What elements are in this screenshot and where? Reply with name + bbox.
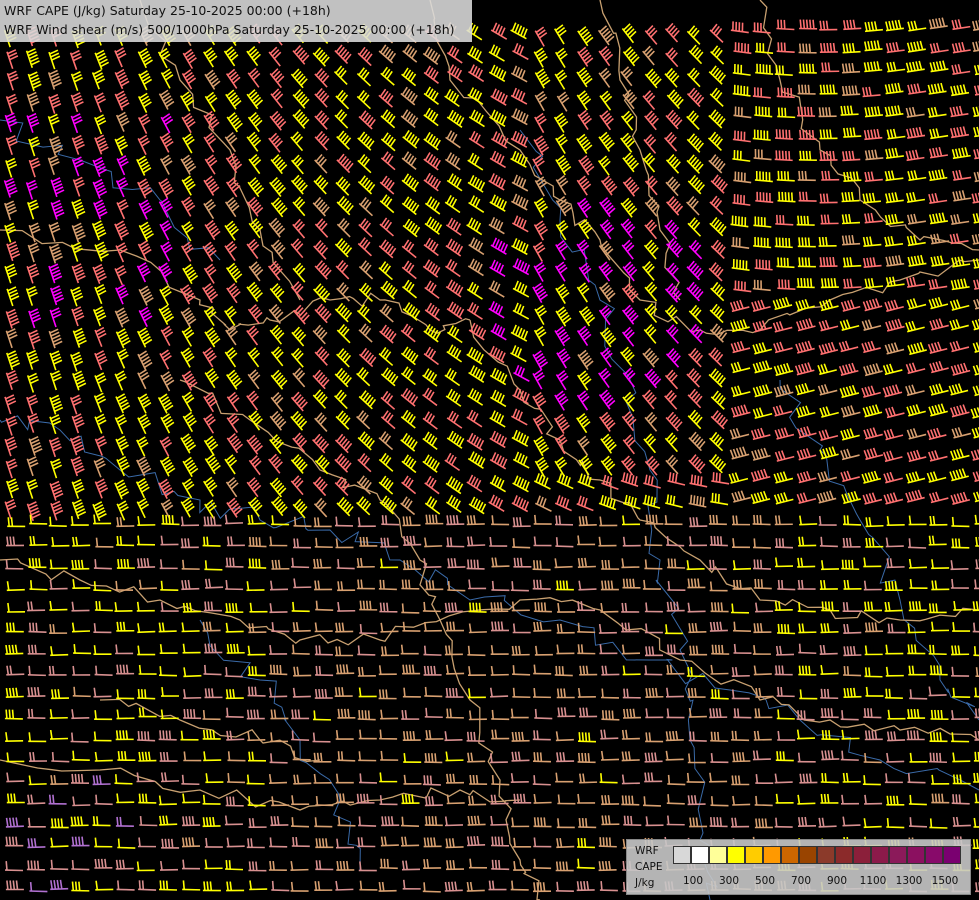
legend-tick-label: 300 (718, 875, 740, 887)
cape-legend: WRF CAPE J/kg 100 300 500 700 900 1100 1300 150… (626, 839, 971, 895)
legend-swatch (943, 846, 961, 864)
legend-swatch (673, 846, 691, 864)
legend-swatch (799, 846, 817, 864)
map-title-box: WRF CAPE (J/kg) Saturday 25-10-2025 00:0… (0, 0, 472, 42)
legend-swatch (907, 846, 925, 864)
legend-tick-label: 700 (790, 875, 812, 887)
legend-swatch (871, 846, 889, 864)
legend-swatch (745, 846, 763, 864)
legend-swatch (925, 846, 943, 864)
legend-swatch (781, 846, 799, 864)
legend-tick-label: 1300 (895, 875, 923, 887)
legend-swatch (835, 846, 853, 864)
legend-swatch (763, 846, 781, 864)
legend-label-unit: J/kg (635, 877, 655, 889)
legend-swatch (817, 846, 835, 864)
legend-label-model: WRF (635, 845, 659, 857)
legend-tick-label: 1500 (931, 875, 959, 887)
legend-tick-label: 100 (682, 875, 704, 887)
cape-title: WRF CAPE (J/kg) Saturday 25-10-2025 00:0… (4, 3, 331, 18)
shear-barb-map (0, 0, 979, 900)
shear-title: WRF Wind shear (m/s) 500/1000hPa Saturda… (4, 22, 455, 37)
legend-tick-label: 500 (754, 875, 776, 887)
legend-swatch (709, 846, 727, 864)
legend-swatch (727, 846, 745, 864)
legend-swatch (889, 846, 907, 864)
legend-label-variable: CAPE (635, 861, 663, 873)
legend-swatch (691, 846, 709, 864)
legend-swatch (853, 846, 871, 864)
legend-color-scale (673, 846, 961, 864)
legend-tick-label: 1100 (859, 875, 887, 887)
legend-tick-label: 900 (826, 875, 848, 887)
